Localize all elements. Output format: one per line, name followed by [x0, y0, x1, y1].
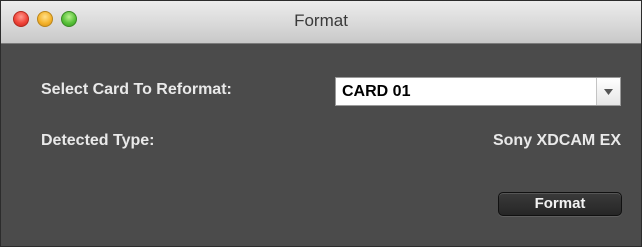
- card-select-dropdown[interactable]: CARD 01: [335, 77, 621, 106]
- close-window-button[interactable]: [13, 11, 29, 27]
- minimize-window-button[interactable]: [37, 11, 53, 27]
- title-bar[interactable]: Format: [1, 1, 641, 44]
- window-title: Format: [294, 11, 348, 30]
- detected-type-label: Detected Type:: [41, 132, 155, 149]
- format-window: Format Select Card To Reformat: CARD 01 …: [0, 0, 642, 247]
- chevron-down-icon: [604, 89, 613, 95]
- format-button[interactable]: Format: [498, 192, 622, 216]
- dropdown-arrow-button[interactable]: [596, 78, 620, 105]
- select-card-label: Select Card To Reformat:: [41, 81, 232, 98]
- card-select-value: CARD 01: [342, 83, 411, 100]
- detected-type-value: Sony XDCAM EX: [492, 132, 621, 149]
- zoom-window-button[interactable]: [61, 11, 77, 27]
